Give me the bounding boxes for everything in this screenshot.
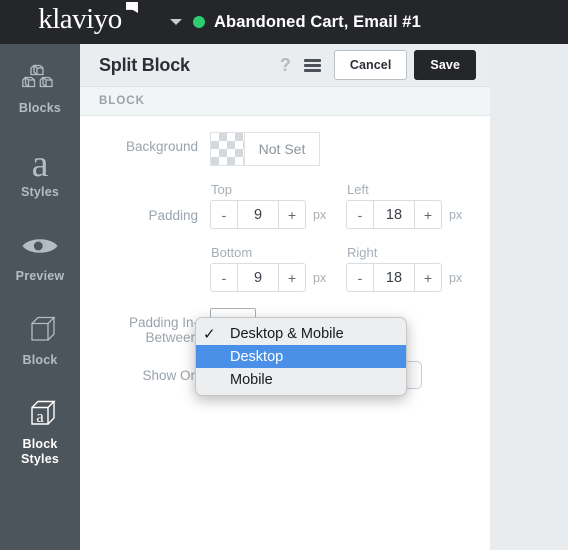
padding-left-decrement[interactable]: - [347,201,374,228]
padding-bottom-value[interactable]: 9 [238,264,278,291]
padding-left-increment[interactable]: + [414,201,441,228]
padding-right-decrement[interactable]: - [347,264,374,291]
document-title: Abandoned Cart, Email #1 [214,12,421,31]
padding-row-bottom-right: Bottom - 9 + px Right - 18 + px [80,245,490,292]
background-color-picker[interactable]: Not Set [210,132,320,166]
padding-left-unit: px [449,207,463,222]
sidebar-item-block-styles[interactable]: a Block Styles [0,380,80,479]
top-bar: klaviyo Abandoned Cart, Email #1 [0,0,568,44]
dropdown-option-label: Mobile [230,371,273,388]
cancel-button[interactable]: Cancel [333,50,408,80]
section-header-block: BLOCK [80,87,490,116]
check-icon: ✓ [203,325,216,343]
padding-top-sublabel: Top [211,182,232,197]
padding-right-unit: px [449,270,463,285]
padding-top-decrement[interactable]: - [211,201,238,228]
padding-bottom-unit: px [313,270,327,285]
letter-a-icon: a [31,143,49,185]
padding-right-sublabel: Right [347,245,378,260]
padding-bottom-decrement[interactable]: - [211,264,238,291]
hamburger-menu-icon[interactable] [303,58,321,72]
padding-right-stepper[interactable]: - 18 + [346,263,442,292]
panel-header: Split Block ? Cancel Save [80,44,490,87]
padding-right-increment[interactable]: + [414,264,441,291]
transparent-checker-swatch[interactable] [211,133,245,165]
sidebar-item-label: Preview [15,269,65,283]
dropdown-option-desktop[interactable]: Desktop [196,345,406,368]
padding-left-stepper[interactable]: - 18 + [346,200,442,229]
show-on-label: Show On [142,368,198,383]
show-on-dropdown-menu: ✓ Desktop & Mobile Desktop Mobile [195,317,407,396]
padding-label: Padding [148,208,198,223]
padding-left-field: Left - 18 + px [346,182,482,229]
sidebar-item-label: Blocks [18,101,62,115]
sidebar-item-block[interactable]: Block [0,296,80,380]
sidebar-item-label: Block Styles [20,437,60,466]
blocks-icon [22,58,58,98]
padding-bottom-stepper[interactable]: - 9 + [210,263,306,292]
dropdown-option-label: Desktop & Mobile [230,325,344,342]
padding-right-field: Right - 18 + px [346,245,482,292]
background-row: Background Not Set [80,132,490,166]
padding-top-value[interactable]: 9 [238,201,278,228]
padding-row-top-left: Padding Top - 9 + px Left - 18 + px [80,182,490,229]
sidebar-item-label: Block [22,353,58,367]
dropdown-option-mobile[interactable]: Mobile [196,368,406,391]
padding-top-field: Top - 9 + px [210,182,346,229]
padding-right-value[interactable]: 18 [374,264,414,291]
padding-in-between-label: Padding In-Between [128,315,198,345]
dropdown-option-desktop-and-mobile[interactable]: ✓ Desktop & Mobile [196,322,406,345]
sidebar-item-label: Styles [20,185,60,199]
dropdown-option-label: Desktop [230,348,284,365]
background-value: Not Set [258,141,306,157]
caret-down-icon[interactable] [170,19,182,25]
logo-text: klaviyo [38,2,122,35]
status-dot-green [193,16,205,28]
cube-a-icon: a [24,394,56,434]
save-button[interactable]: Save [414,50,476,80]
sidebar-item-styles[interactable]: a Styles [0,128,80,212]
padding-top-stepper[interactable]: - 9 + [210,200,306,229]
padding-bottom-increment[interactable]: + [278,264,305,291]
background-label: Background [125,139,198,154]
app-root: klaviyo Abandoned Cart, Email #1 Blocks … [0,0,568,550]
padding-top-unit: px [313,207,327,222]
svg-text:a: a [36,407,44,426]
eye-icon [21,226,59,266]
flag-icon [126,2,138,13]
padding-spacer-label [80,245,210,271]
sidebar-item-blocks[interactable]: Blocks [0,44,80,128]
left-sidebar: Blocks a Styles Preview Block a Block St… [0,44,80,550]
section-header-label: BLOCK [99,95,145,107]
canvas-area [490,44,568,550]
split-block-panel: Split Block ? Cancel Save BLOCK Backgrou… [80,44,490,550]
padding-left-sublabel: Left [347,182,369,197]
padding-top-increment[interactable]: + [278,201,305,228]
page-title: Split Block [99,54,190,75]
klaviyo-logo[interactable]: klaviyo [0,0,160,44]
padding-left-value[interactable]: 18 [374,201,414,228]
question-mark-icon[interactable]: ? [280,56,291,74]
padding-bottom-sublabel: Bottom [211,245,253,260]
padding-bottom-field: Bottom - 9 + px [210,245,346,292]
sidebar-item-preview[interactable]: Preview [0,212,80,296]
cube-icon [24,310,56,350]
